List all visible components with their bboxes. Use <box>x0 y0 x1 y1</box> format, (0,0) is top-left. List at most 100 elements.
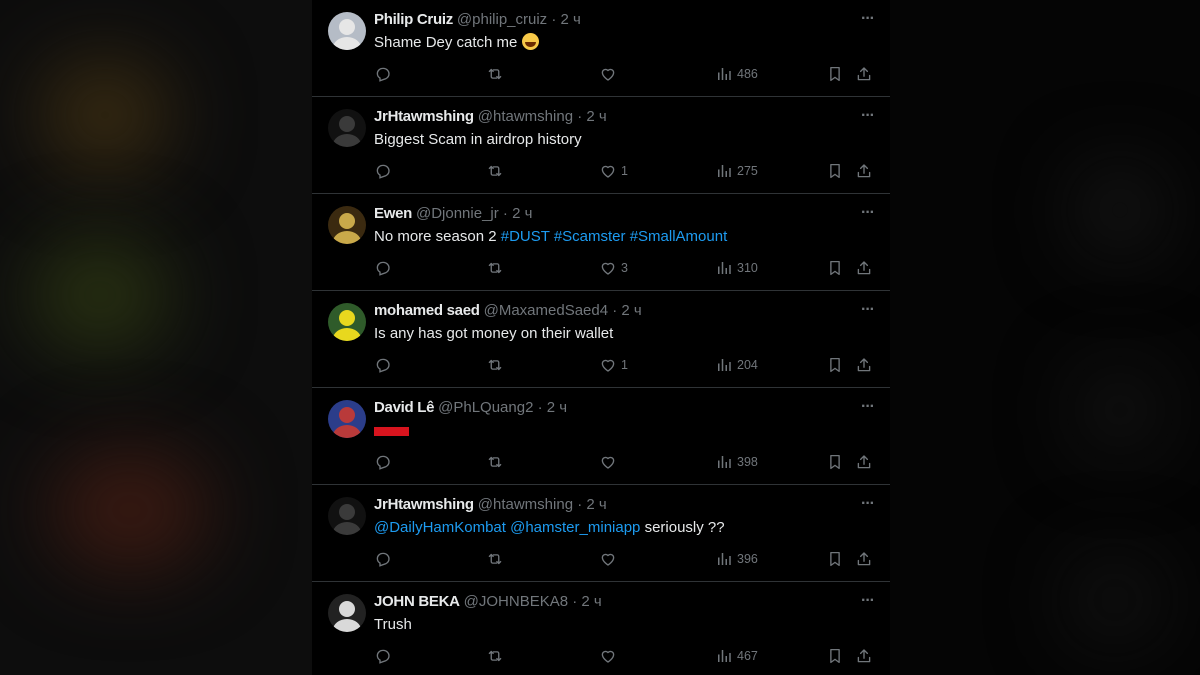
author-handle-time[interactable]: @htawmshing · 2 ч <box>478 496 607 513</box>
bookmark-button[interactable] <box>826 354 844 376</box>
retweet-button[interactable] <box>486 451 504 473</box>
bookmark-button[interactable] <box>826 645 844 667</box>
like-button[interactable]: 1 <box>599 354 628 376</box>
more-options-icon[interactable]: ··· <box>861 495 875 513</box>
avatar[interactable] <box>328 400 366 438</box>
views-button[interactable]: 396 <box>715 548 758 570</box>
like-button[interactable] <box>599 451 621 473</box>
author-handle-time[interactable]: @philip_cruiz · 2 ч <box>457 11 581 28</box>
avatar[interactable] <box>328 206 366 244</box>
tweet-link[interactable]: #SmallAmount <box>630 228 728 245</box>
retweet-button[interactable] <box>486 160 504 182</box>
share-button[interactable] <box>855 645 873 667</box>
blurred-shape <box>30 240 170 350</box>
tweet[interactable]: Ewen @Djonnie_jr · 2 ч ··· No more season 2… <box>312 194 890 291</box>
tweet-text-segment: Biggest Scam in airdrop history <box>374 131 582 148</box>
author-name[interactable]: JOHN BEKA <box>374 593 460 610</box>
more-options-icon[interactable]: ··· <box>861 107 875 125</box>
reply-button[interactable] <box>374 354 392 376</box>
views-count: 396 <box>737 552 758 566</box>
author-name[interactable]: mohamed saed <box>374 302 480 319</box>
like-button[interactable]: 3 <box>599 257 628 279</box>
like-button[interactable] <box>599 645 621 667</box>
author-name[interactable]: JrHtawmshing <box>374 496 474 513</box>
bookmark-button[interactable] <box>826 257 844 279</box>
author-handle-time[interactable]: @PhLQuang2 · 2 ч <box>438 399 567 416</box>
bookmark-icon <box>826 259 844 277</box>
media-image[interactable] <box>374 427 409 436</box>
tweet[interactable]: JrHtawmshing @htawmshing · 2 ч ··· Biggest … <box>312 97 890 194</box>
author-handle-time[interactable]: @htawmshing · 2 ч <box>478 108 607 125</box>
retweet-button[interactable] <box>486 645 504 667</box>
reply-button[interactable] <box>374 645 392 667</box>
like-button[interactable]: 1 <box>599 160 628 182</box>
share-button[interactable] <box>855 548 873 570</box>
reply-button[interactable] <box>374 63 392 85</box>
blurred-background-right <box>890 0 1200 675</box>
tweet-actions: 467 <box>374 645 882 667</box>
author-handle-time[interactable]: @Djonnie_jr · 2 ч <box>416 205 532 222</box>
tweet-link[interactable]: @DailyHamKombat <box>374 519 506 536</box>
bookmark-button[interactable] <box>826 160 844 182</box>
tweet[interactable]: mohamed saed @MaxamedSaed4 · 2 ч ··· Is any… <box>312 291 890 388</box>
reply-button[interactable] <box>374 257 392 279</box>
tweet[interactable]: David Lê @PhLQuang2 · 2 ч ··· 398 <box>312 388 890 485</box>
more-options-icon[interactable]: ··· <box>861 204 875 222</box>
share-button[interactable] <box>855 451 873 473</box>
views-button[interactable]: 204 <box>715 354 758 376</box>
retweet-button[interactable] <box>486 63 504 85</box>
more-options-icon[interactable]: ··· <box>861 592 875 610</box>
views-button[interactable]: 398 <box>715 451 758 473</box>
avatar[interactable] <box>328 109 366 147</box>
avatar[interactable] <box>328 497 366 535</box>
tweet[interactable]: JrHtawmshing @htawmshing · 2 ч ··· @DailyHa… <box>312 485 890 582</box>
retweet-button[interactable] <box>486 354 504 376</box>
bookmark-button[interactable] <box>826 63 844 85</box>
views-button[interactable]: 275 <box>715 160 758 182</box>
views-button[interactable]: 467 <box>715 645 758 667</box>
author-name[interactable]: David Lê <box>374 399 434 416</box>
blurred-shape <box>40 60 170 170</box>
retweet-button[interactable] <box>486 257 504 279</box>
share-button[interactable] <box>855 160 873 182</box>
tweet-link[interactable]: #DUST <box>501 228 550 245</box>
bookmark-button[interactable] <box>826 548 844 570</box>
tweet-link[interactable]: @hamster_miniapp <box>510 519 640 536</box>
reply-button[interactable] <box>374 548 392 570</box>
avatar[interactable] <box>328 303 366 341</box>
retweet-button[interactable] <box>486 548 504 570</box>
like-button[interactable] <box>599 548 621 570</box>
author-name[interactable]: Philip Cruiz <box>374 11 453 28</box>
tweet[interactable]: JOHN BEKA @JOHNBEKA8 · 2 ч ··· Trush 467 <box>312 582 890 675</box>
like-button[interactable] <box>599 63 621 85</box>
bookmark-button[interactable] <box>826 451 844 473</box>
share-icon <box>855 647 873 665</box>
share-button[interactable] <box>855 257 873 279</box>
author-name[interactable]: Ewen <box>374 205 412 222</box>
views-icon <box>715 162 733 180</box>
reply-icon <box>374 356 392 374</box>
avatar[interactable] <box>328 594 366 632</box>
reply-button[interactable] <box>374 160 392 182</box>
author-handle-time[interactable]: @MaxamedSaed4 · 2 ч <box>484 302 642 319</box>
reply-button[interactable] <box>374 451 392 473</box>
author-name[interactable]: JrHtawmshing <box>374 108 474 125</box>
views-button[interactable]: 310 <box>715 257 758 279</box>
more-options-icon[interactable]: ··· <box>861 301 875 319</box>
tweet[interactable]: Philip Cruiz @philip_cruiz · 2 ч ··· Shame … <box>312 0 890 97</box>
tweet-link[interactable]: #Scamster <box>554 228 626 245</box>
more-options-icon[interactable]: ··· <box>861 398 875 416</box>
author-handle-time[interactable]: @JOHNBEKA8 · 2 ч <box>464 593 602 610</box>
bookmark-icon <box>826 453 844 471</box>
share-button[interactable] <box>855 63 873 85</box>
views-button[interactable]: 486 <box>715 63 758 85</box>
tweet-text: @DailyHamKombat @hamster_miniapp serious… <box>374 518 874 538</box>
reply-icon <box>374 259 392 277</box>
like-count: 1 <box>621 358 628 372</box>
views-count: 486 <box>737 67 758 81</box>
avatar[interactable] <box>328 12 366 50</box>
more-options-icon[interactable]: ··· <box>861 10 875 28</box>
blurred-shape <box>50 450 210 570</box>
share-button[interactable] <box>855 354 873 376</box>
views-count: 467 <box>737 649 758 663</box>
